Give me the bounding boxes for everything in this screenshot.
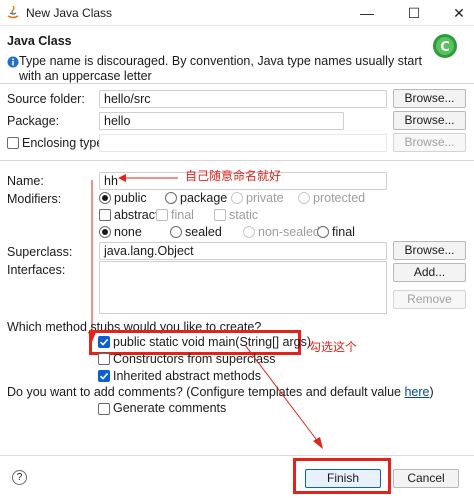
enclosing-type-checkbox[interactable] xyxy=(7,137,19,149)
name-annotation: 自己随意命名就好 xyxy=(185,169,282,183)
modifiers-label: Modifiers: xyxy=(7,192,62,206)
sealing-sealed-label: sealed xyxy=(185,225,222,239)
modifier-private-label: private xyxy=(246,191,284,205)
stub-main-checkbox[interactable] xyxy=(98,336,110,348)
modifier-abstract-label: abstract xyxy=(114,208,159,222)
window-title: New Java Class xyxy=(26,6,113,20)
modifier-static-checkbox xyxy=(214,209,226,221)
superclass-browse-button[interactable]: Browse... xyxy=(393,241,466,260)
finish-button[interactable]: Finish xyxy=(305,469,381,488)
modifier-static-label: static xyxy=(229,208,259,222)
minimize-button[interactable]: — xyxy=(355,3,379,23)
modifier-private-radio xyxy=(231,192,243,204)
sealing-none-label: none xyxy=(114,225,142,239)
sealing-non-sealed-label: non-sealed xyxy=(258,225,320,239)
modifier-package-label: package xyxy=(180,191,228,205)
check-icon xyxy=(99,372,109,380)
interfaces-add-button[interactable]: Add... xyxy=(393,263,466,282)
arrow-icon xyxy=(88,180,96,342)
modifier-protected-label: protected xyxy=(313,191,366,205)
sealing-final-label: final xyxy=(332,225,355,239)
package-input[interactable]: hello xyxy=(99,112,344,130)
generate-comments-checkbox[interactable] xyxy=(98,403,110,415)
arrow-icon xyxy=(118,174,178,182)
comments-question-text: Do you want to add comments? (Configure … xyxy=(7,385,405,399)
source-folder-input[interactable]: hello/src xyxy=(99,90,387,108)
enclosing-type-input xyxy=(99,134,387,152)
package-browse-button[interactable]: Browse... xyxy=(393,111,466,130)
arrow-icon xyxy=(245,345,323,449)
maximize-button[interactable]: ☐ xyxy=(402,3,426,23)
interfaces-label: Interfaces: xyxy=(7,263,66,277)
close-button[interactable]: ✕ xyxy=(447,3,471,23)
stub-constructors-checkbox[interactable] xyxy=(98,353,110,365)
cancel-button[interactable]: Cancel xyxy=(393,469,459,488)
name-label: Name: xyxy=(7,174,44,188)
modifier-public-label: public xyxy=(114,191,147,205)
java-app-icon xyxy=(7,5,19,19)
enclosing-type-label: Enclosing type: xyxy=(22,136,107,150)
wizard-title: Java Class xyxy=(7,34,72,48)
info-icon xyxy=(7,56,19,68)
separator xyxy=(0,160,474,161)
superclass-label: Superclass: xyxy=(7,245,73,259)
package-label: Package: xyxy=(7,114,60,128)
sealing-final-radio[interactable] xyxy=(317,226,329,238)
modifier-abstract-checkbox[interactable] xyxy=(99,209,111,221)
interfaces-remove-button: Remove xyxy=(393,290,466,309)
modifier-public-radio[interactable] xyxy=(99,192,111,204)
header-message: Type name is discouraged. By convention,… xyxy=(19,54,422,83)
sealing-non-sealed-radio xyxy=(243,226,255,238)
stub-inherited-checkbox[interactable] xyxy=(98,370,110,382)
source-folder-browse-button[interactable]: Browse... xyxy=(393,89,466,108)
stub-inherited-label: Inherited abstract methods xyxy=(113,369,261,383)
sealing-sealed-radio[interactable] xyxy=(170,226,182,238)
modifier-final-checkbox xyxy=(156,209,168,221)
sealing-none-radio[interactable] xyxy=(99,226,111,238)
interfaces-list[interactable] xyxy=(99,261,387,314)
check-icon xyxy=(99,338,109,346)
new-class-wizard-icon: C xyxy=(433,34,457,58)
comments-question-suffix: ) xyxy=(429,385,434,399)
modifier-protected-radio xyxy=(298,192,310,204)
enclosing-type-browse-button: Browse... xyxy=(393,133,466,152)
comments-question: Do you want to add comments? (Configure … xyxy=(7,385,434,399)
source-folder-label: Source folder: xyxy=(7,92,85,106)
modifier-final-label: final xyxy=(171,208,194,222)
superclass-input[interactable]: java.lang.Object xyxy=(99,242,387,260)
generate-comments-label: Generate comments xyxy=(113,401,227,415)
modifier-package-radio[interactable] xyxy=(165,192,177,204)
footer-separator xyxy=(0,455,474,456)
templates-link[interactable]: here xyxy=(404,385,429,399)
svg-text:C: C xyxy=(440,40,450,55)
help-icon[interactable]: ? xyxy=(12,470,27,485)
